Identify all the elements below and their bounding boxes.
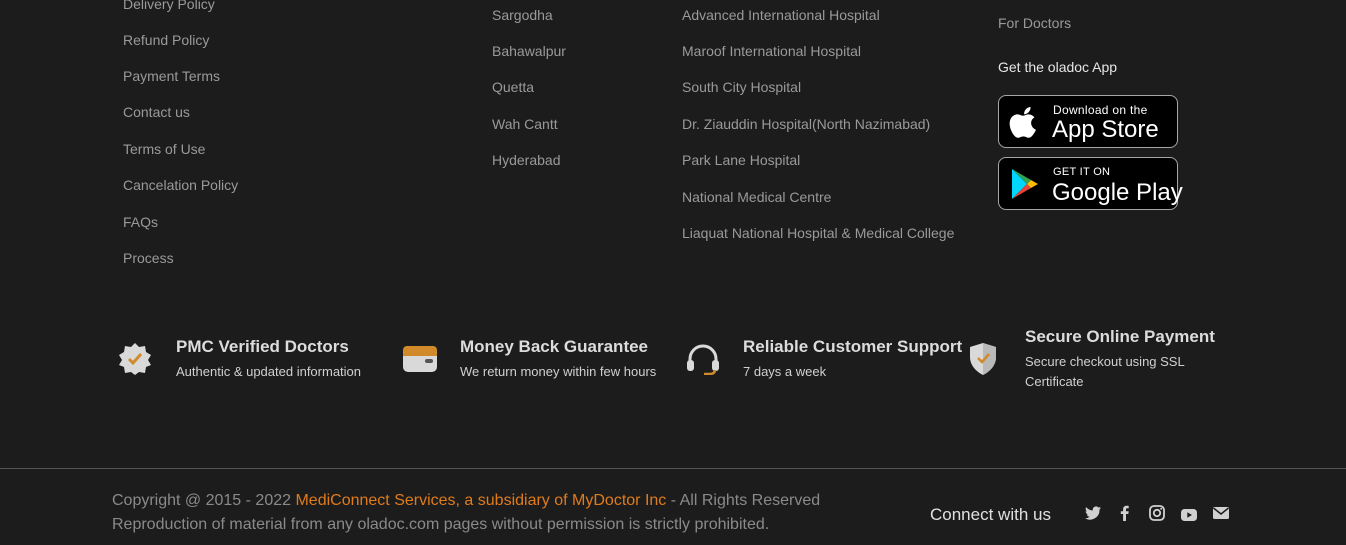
shield-check-icon — [970, 343, 996, 375]
company-link[interactable]: MediConnect Services, a subsidiary of My… — [295, 492, 666, 509]
hospital-link[interactable]: South City Hospital — [682, 79, 801, 95]
contact-us-link[interactable]: Contact us — [123, 104, 190, 120]
google-play-icon — [1012, 169, 1038, 199]
app-heading: Get the oladoc App — [998, 59, 1118, 75]
app-store-big-text: App Store — [1052, 116, 1159, 143]
app-store-small-text: Download on the — [1053, 103, 1148, 117]
hospital-link[interactable]: National Medical Centre — [682, 189, 831, 205]
verified-badge-icon — [119, 343, 151, 375]
hospital-link[interactable]: Park Lane Hospital — [682, 152, 800, 168]
refund-policy-link[interactable]: Refund Policy — [123, 32, 209, 48]
process-link[interactable]: Process — [123, 250, 174, 266]
feature-subtitle: We return money within few hours — [460, 364, 657, 379]
connect-label: Connect with us — [930, 505, 1051, 524]
google-play-button[interactable]: GET IT ON Google Play — [998, 157, 1183, 210]
hospital-link[interactable]: Liaquat National Hospital & Medical Coll… — [682, 225, 954, 241]
twitter-icon[interactable] — [1084, 504, 1102, 522]
google-play-small-text: GET IT ON — [1053, 166, 1111, 178]
city-link-quetta[interactable]: Quetta — [492, 79, 534, 95]
cancelation-policy-link[interactable]: Cancelation Policy — [123, 177, 238, 193]
copyright-suffix: - All Rights Reserved — [666, 492, 821, 509]
hospital-link[interactable]: Advanced International Hospital — [682, 7, 880, 23]
terms-of-use-link[interactable]: Terms of Use — [123, 141, 205, 157]
app-store-button[interactable]: Download on the App Store — [998, 95, 1178, 148]
hospital-link[interactable]: Maroof International Hospital — [682, 43, 861, 59]
headset-icon — [687, 344, 719, 375]
feature-subtitle: 7 days a week — [743, 364, 827, 379]
instagram-icon[interactable] — [1148, 504, 1166, 522]
feature-title: Money Back Guarantee — [460, 337, 649, 356]
facebook-icon[interactable] — [1116, 504, 1134, 522]
feature-title: Secure Online Payment — [1025, 327, 1215, 346]
copyright-text: Copyright @ 2015 - 2022 MediConnect Serv… — [112, 492, 820, 510]
email-icon[interactable] — [1212, 504, 1230, 522]
feature-subtitle-line1: Secure checkout using SSL — [1025, 354, 1185, 369]
reproduction-notice: Reproduction of material from any oladoc… — [112, 516, 770, 533]
youtube-icon[interactable] — [1180, 506, 1198, 524]
faqs-link[interactable]: FAQs — [123, 214, 158, 230]
city-link-hyderabad[interactable]: Hyderabad — [492, 152, 561, 168]
apple-icon — [1009, 107, 1036, 138]
city-link-sargodha[interactable]: Sargodha — [492, 7, 553, 23]
feature-subtitle: Authentic & updated information — [176, 364, 362, 379]
delivery-policy-link[interactable]: Delivery Policy — [123, 0, 215, 12]
feature-subtitle-line2: Certificate — [1025, 374, 1084, 389]
google-play-big-text: Google Play — [1052, 179, 1183, 206]
copyright-prefix: Copyright @ 2015 - 2022 — [112, 492, 296, 509]
city-link-bahawalpur[interactable]: Bahawalpur — [492, 43, 566, 59]
city-link-wah-cantt[interactable]: Wah Cantt — [492, 116, 558, 132]
hospital-link[interactable]: Dr. Ziauddin Hospital(North Nazimabad) — [682, 116, 930, 132]
for-doctors-link[interactable]: For Doctors — [998, 15, 1071, 31]
footer-divider — [0, 468, 1346, 469]
feature-title: PMC Verified Doctors — [176, 337, 349, 356]
wallet-icon — [403, 346, 437, 372]
feature-title: Reliable Customer Support — [743, 337, 963, 356]
payment-terms-link[interactable]: Payment Terms — [123, 68, 220, 84]
